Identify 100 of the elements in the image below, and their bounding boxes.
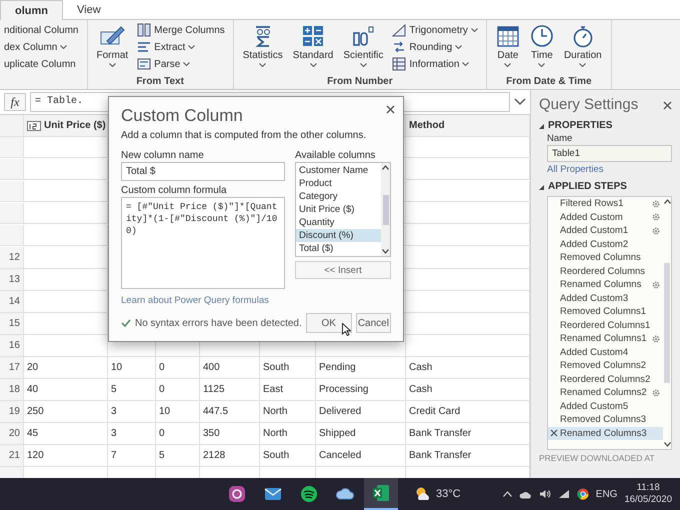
ribbon-button[interactable]: dex Column — [2, 39, 80, 55]
speaker-icon[interactable] — [538, 489, 551, 499]
applied-step[interactable]: Added Custom2 — [548, 238, 663, 251]
scrollbar[interactable] — [381, 163, 390, 256]
close-icon[interactable] — [386, 105, 395, 114]
gear-icon[interactable] — [652, 334, 660, 343]
ribbon-button[interactable]: Parse — [135, 56, 227, 72]
gear-icon[interactable] — [652, 388, 660, 397]
clock-date[interactable]: 16/05/2020 — [624, 494, 672, 506]
applied-step[interactable]: Removed Columns1 — [548, 305, 663, 318]
cancel-button[interactable]: Cancel — [356, 313, 391, 333]
applied-step[interactable]: Reordered Columns — [548, 264, 663, 278]
applied-step[interactable]: Reordered Columns1 — [548, 318, 663, 332]
group-label: From Date & Time — [505, 75, 593, 89]
ribbon-button[interactable]: Duration — [560, 22, 605, 69]
gear-icon[interactable] — [652, 280, 660, 289]
gear-icon[interactable] — [652, 213, 660, 222]
table-cell: 0 — [156, 423, 200, 445]
ribbon-button[interactable]: Trigonometry — [390, 22, 480, 38]
table-cell: North — [260, 423, 316, 445]
applied-step[interactable]: Renamed Columns2 — [548, 386, 663, 400]
list-item[interactable]: Quantity — [296, 216, 381, 229]
extract-icon — [137, 40, 152, 54]
ribbon-button[interactable]: Time — [526, 22, 557, 69]
applied-step[interactable]: Removed Columns — [548, 251, 663, 264]
ribbon-tab[interactable]: olumn — [0, 0, 63, 20]
scrollbar[interactable] — [663, 197, 671, 449]
name-field[interactable]: Table1 — [547, 145, 672, 162]
gear-icon[interactable] — [652, 226, 660, 235]
ribbon-button[interactable]: Merge Columns — [135, 22, 227, 38]
delete-icon[interactable] — [550, 429, 558, 438]
table-cell: Pending — [316, 357, 406, 379]
ribbon-button[interactable]: Statistics — [240, 22, 286, 69]
ribbon-button[interactable]: Format — [94, 22, 132, 69]
applied-step[interactable]: Added Custom3 — [548, 292, 663, 305]
applied-step[interactable]: Added Custom4 — [548, 346, 663, 359]
applied-step[interactable]: Removed Columns3 — [548, 413, 663, 426]
ribbon-button[interactable]: uplicate Column — [2, 56, 80, 72]
column-name-field[interactable]: Total $ — [121, 162, 285, 181]
applied-step[interactable]: Removed Columns2 — [548, 359, 663, 372]
ribbon-button[interactable]: Scientific — [340, 22, 386, 69]
applied-step[interactable]: Added Custom — [548, 210, 663, 224]
list-item[interactable]: Customer Name — [296, 164, 381, 177]
ok-button[interactable]: OK — [306, 313, 352, 333]
merge-columns-icon — [137, 23, 152, 37]
ribbon-button[interactable]: Date — [492, 22, 523, 69]
list-item[interactable]: Total ($) — [296, 242, 381, 255]
clock-time[interactable]: 11:18 — [636, 482, 660, 494]
close-icon[interactable] — [663, 100, 672, 110]
table-cell: Delivered — [316, 401, 406, 423]
stopwatch-icon — [570, 24, 595, 48]
all-properties-link[interactable]: All Properties — [547, 162, 672, 177]
section-heading[interactable]: APPLIED STEPS — [548, 180, 627, 194]
browser-icon[interactable] — [576, 488, 589, 500]
function-button[interactable]: fx — [4, 93, 26, 111]
language-indicator[interactable]: ENG — [596, 488, 618, 500]
gear-icon[interactable] — [652, 200, 660, 208]
applied-step[interactable]: Added Custom1 — [548, 224, 663, 238]
ribbon-button[interactable]: Rounding — [390, 39, 480, 55]
applied-step[interactable]: Reordered Columns2 — [548, 372, 663, 386]
dialog-description: Add a column that is computed from the other columns. — [121, 129, 366, 143]
table-cell: 250 — [24, 401, 108, 423]
ribbon-button[interactable]: nditional Column — [2, 22, 80, 38]
ribbon-tab[interactable]: View — [63, 0, 115, 20]
ribbon-button[interactable]: Information — [390, 56, 480, 72]
table-cell: 2128 — [200, 445, 260, 467]
applied-step[interactable]: Renamed Columns3 — [548, 426, 663, 440]
list-item[interactable]: Product — [296, 177, 381, 190]
applied-step[interactable]: Renamed Columns — [548, 278, 663, 292]
check-icon — [121, 319, 131, 327]
help-link[interactable]: Learn about Power Query formulas — [121, 294, 391, 307]
list-item[interactable]: Discount (%) — [296, 229, 381, 242]
row-number: 20 — [0, 423, 24, 445]
table-cell: South — [260, 445, 316, 467]
table-cell: East — [260, 379, 316, 401]
table-cell: 20 — [24, 357, 108, 379]
row-number: 17 — [0, 357, 24, 379]
list-item[interactable]: Category — [296, 190, 381, 203]
sun-cloud-icon[interactable] — [414, 486, 432, 502]
formula-field[interactable]: = [#"Unit Price ($)"]*[Quantity]*(1-[#"Discount (%)"]/100) — [121, 197, 285, 289]
applied-step[interactable]: Filtered Rows1 — [548, 197, 663, 210]
chevron-up-icon — [382, 165, 389, 170]
field-label: Custom column formula — [121, 184, 228, 197]
weather-temperature[interactable]: 33°C — [436, 488, 461, 500]
table-cell: 10 — [108, 357, 156, 379]
table-cell: 350 — [200, 423, 260, 445]
row-number: 16 — [0, 335, 24, 357]
table-cell: Processing — [316, 379, 406, 401]
insert-button[interactable]: << Insert — [295, 261, 391, 279]
section-heading[interactable]: PROPERTIES — [548, 119, 612, 133]
applied-step[interactable]: Renamed Columns1 — [548, 332, 663, 346]
ribbon-button[interactable]: Standard — [290, 22, 336, 69]
chevron-up-icon[interactable] — [502, 491, 512, 497]
number-type-icon — [27, 120, 41, 130]
list-item[interactable]: Unit Price ($) — [296, 203, 381, 216]
ribbon-button[interactable]: Extract — [135, 39, 227, 55]
clock-icon — [530, 24, 554, 48]
applied-step[interactable]: Added Custom5 — [548, 400, 663, 413]
cloud-icon[interactable] — [518, 490, 532, 498]
chevron-down-icon[interactable] — [514, 98, 526, 106]
